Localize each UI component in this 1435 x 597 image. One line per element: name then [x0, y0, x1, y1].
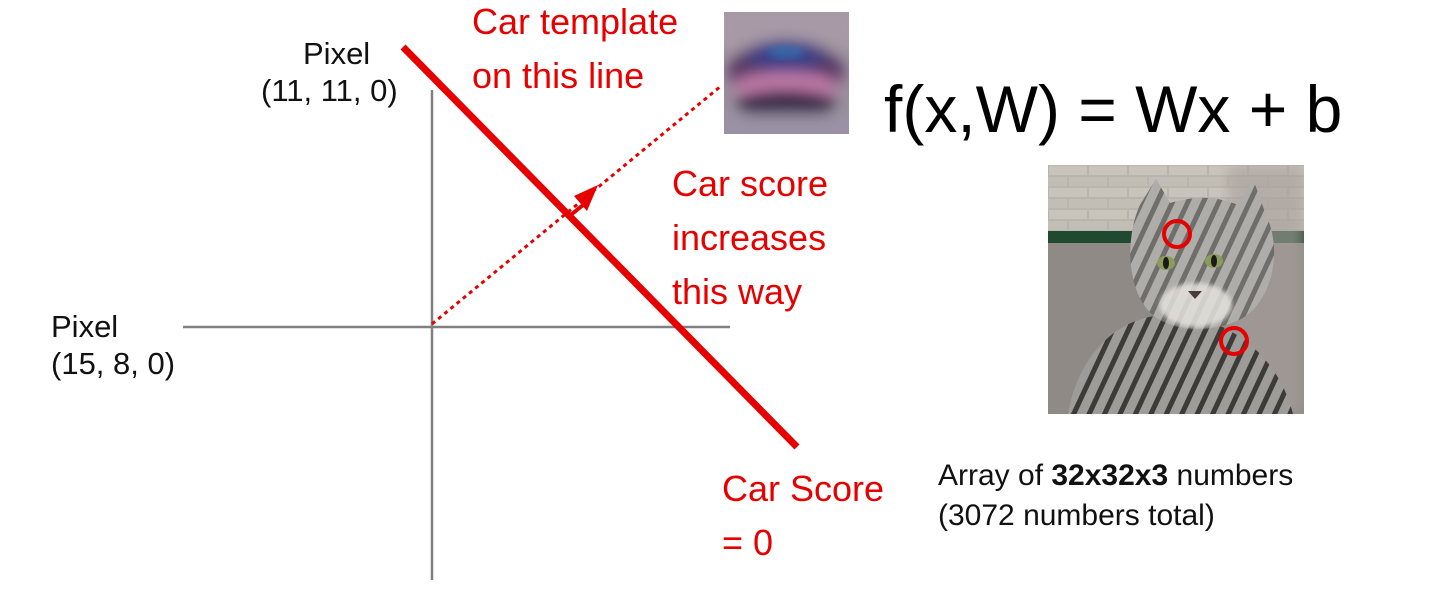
template-note-line2: on this line: [472, 55, 645, 96]
direction-note-line1: Car score: [672, 163, 829, 204]
direction-note: Car score increases this way: [672, 157, 828, 319]
decision-line-label: Car Score = 0: [722, 462, 884, 570]
cat-image: [1048, 165, 1304, 414]
x-axis-label: Pixel (15, 8, 0): [51, 309, 175, 382]
array-size-caption: Array of 32x32x3 numbers (3072 numbers t…: [938, 456, 1293, 536]
x-axis-label-line1: Pixel: [51, 309, 119, 344]
direction-note-line2: increases: [672, 217, 827, 258]
direction-note-line3: this way: [672, 271, 803, 312]
y-axis-label-line2: (11, 11, 0): [261, 72, 398, 108]
y-axis-label: Pixel (11, 11, 0): [261, 36, 398, 109]
decision-line-label-line1: Car Score: [722, 468, 885, 509]
caption-line1: Array of 32x32x3 numbers: [938, 456, 1293, 496]
caption-suffix: numbers: [1168, 459, 1294, 492]
template-note-line1: Car template: [472, 1, 679, 42]
template-note: Car template on this line: [472, 0, 678, 103]
decision-line-label-line2: = 0: [722, 522, 774, 563]
caption-prefix: Array of: [938, 459, 1052, 492]
x-axis-label-line2: (15, 8, 0): [51, 345, 176, 381]
caption-dimensions: 32x32x3: [1051, 459, 1169, 492]
y-axis-label-line1: Pixel: [303, 36, 371, 71]
caption-line2: (3072 numbers total): [938, 498, 1215, 532]
linear-function-equation: f(x,W) = Wx + b: [884, 72, 1343, 146]
car-template-image: [724, 12, 849, 134]
